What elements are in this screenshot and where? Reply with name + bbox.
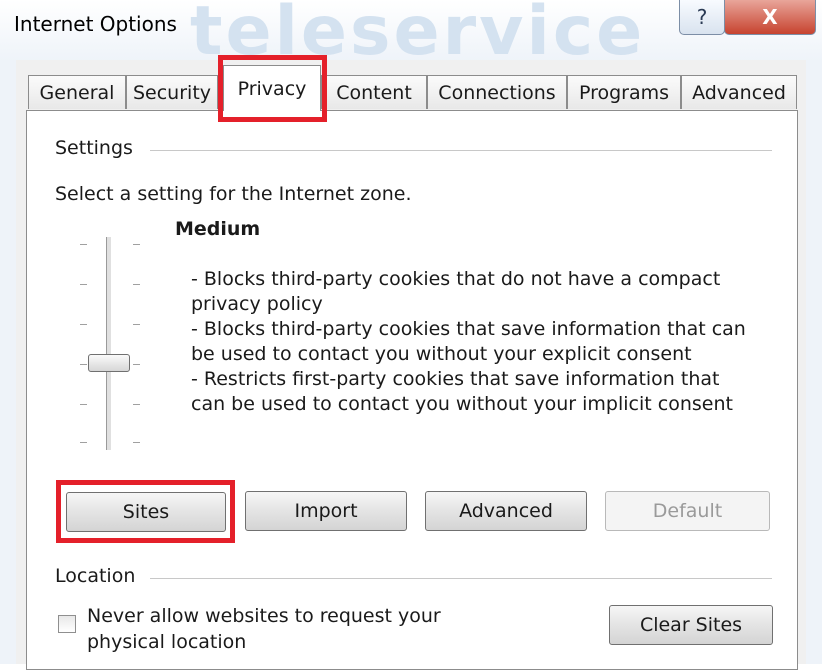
window-border-right	[806, 62, 822, 664]
slider-tick	[133, 442, 140, 443]
sites-button-highlight	[56, 480, 235, 543]
window-title: Internet Options	[14, 12, 177, 36]
checkbox-label-line: Never allow websites to request your	[87, 605, 441, 627]
checkbox-label-line: physical location	[87, 631, 247, 653]
slider-tick	[80, 244, 87, 245]
import-button[interactable]: Import	[245, 491, 407, 531]
tab-general[interactable]: General	[28, 75, 126, 109]
privacy-slider-thumb[interactable]	[88, 354, 130, 372]
tab-connections[interactable]: Connections	[427, 75, 567, 109]
description-line: - Blocks third-party cookies that do not…	[191, 268, 721, 290]
slider-tick	[80, 404, 87, 405]
settings-group-label: Settings	[55, 137, 143, 159]
slider-tick	[80, 364, 87, 365]
slider-tick	[80, 284, 87, 285]
slider-tick	[80, 442, 87, 443]
privacy-level-description: - Blocks third-party cookies that do not…	[191, 267, 761, 417]
tab-security[interactable]: Security	[126, 75, 218, 109]
location-group-label: Location	[55, 565, 146, 587]
slider-tick	[133, 324, 140, 325]
help-button[interactable]: ?	[679, 0, 725, 35]
close-icon: X	[762, 5, 778, 29]
close-button[interactable]: X	[724, 0, 816, 35]
location-group-line	[150, 578, 772, 579]
privacy-level-name: Medium	[175, 218, 261, 240]
slider-tick	[133, 404, 140, 405]
title-bar: teleservice Internet Options ? X	[0, 0, 822, 71]
description-line: privacy policy	[191, 293, 323, 315]
description-line: - Blocks third-party cookies that save i…	[191, 318, 746, 340]
advanced-button[interactable]: Advanced	[425, 491, 587, 531]
description-line: can be used to contact you without your …	[191, 393, 733, 415]
default-button: Default	[605, 491, 770, 531]
tab-advanced[interactable]: Advanced	[681, 75, 797, 109]
privacy-slider-track	[106, 237, 112, 450]
description-line: - Restricts first-party cookies that sav…	[191, 368, 720, 390]
never-allow-location-checkbox[interactable]	[58, 615, 76, 633]
clear-sites-button[interactable]: Clear Sites	[609, 605, 773, 645]
help-icon: ?	[696, 5, 708, 29]
tab-content[interactable]: Content	[321, 75, 427, 109]
tab-strip: General Security Privacy Content Connect…	[16, 60, 806, 111]
slider-tick	[133, 364, 140, 365]
tab-programs[interactable]: Programs	[567, 75, 681, 109]
description-line: be used to contact you without your expl…	[191, 343, 692, 365]
never-allow-location-label[interactable]: Never allow websites to request your phy…	[87, 603, 441, 655]
privacy-tab-highlight	[218, 55, 327, 122]
window-border-left	[0, 62, 16, 664]
slider-tick	[80, 324, 87, 325]
slider-tick	[133, 284, 140, 285]
settings-instruction: Select a setting for the Internet zone.	[55, 183, 412, 205]
slider-tick	[133, 244, 140, 245]
settings-group-line	[150, 150, 772, 151]
